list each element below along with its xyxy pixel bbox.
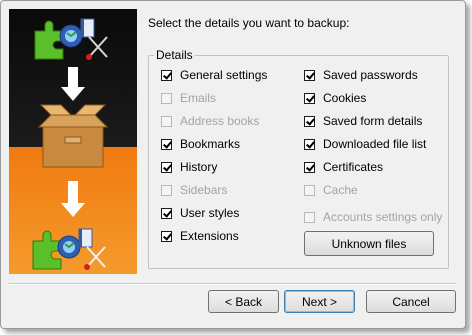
checkbox-saved-form-details[interactable]: Saved form details bbox=[304, 113, 422, 129]
puzzle-icon-top bbox=[34, 20, 64, 60]
checkbox-user-styles[interactable]: User styles bbox=[161, 205, 239, 221]
checkbox-sidebars[interactable]: Sidebars bbox=[161, 182, 227, 198]
checkbox-box[interactable] bbox=[304, 184, 315, 196]
checkbox-label: Bookmarks bbox=[180, 137, 241, 151]
box-icon bbox=[37, 104, 109, 168]
next-button[interactable]: Next > bbox=[284, 290, 355, 313]
checkbox-accounts-settings-only[interactable]: Accounts settings only bbox=[304, 209, 442, 225]
checkbox-box[interactable] bbox=[161, 92, 172, 104]
backup-illustration bbox=[32, 18, 109, 270]
checkbox-label: Extensions bbox=[180, 229, 239, 243]
checkbox-label: Accounts settings only bbox=[323, 210, 443, 224]
details-legend: Details bbox=[154, 48, 195, 62]
cancel-button[interactable]: Cancel bbox=[366, 290, 456, 313]
checkbox-box[interactable] bbox=[161, 161, 172, 173]
checkbox-label: History bbox=[180, 160, 218, 174]
scissors-icon-top bbox=[86, 36, 108, 60]
globe-icon-bottom bbox=[57, 235, 81, 259]
down-arrow-icon-1 bbox=[61, 67, 85, 101]
checkbox-history[interactable]: History bbox=[161, 159, 217, 175]
checkbox-label: Saved form details bbox=[323, 114, 423, 128]
down-arrow-icon-2 bbox=[61, 181, 85, 217]
checkbox-box[interactable] bbox=[304, 138, 315, 150]
book-icon-bottom bbox=[78, 228, 93, 248]
checkbox-box[interactable] bbox=[161, 184, 172, 196]
checkbox-label: Cache bbox=[323, 183, 358, 197]
checkbox-label: Address books bbox=[180, 114, 260, 128]
back-button[interactable]: < Back bbox=[208, 290, 279, 313]
checkbox-label: Saved passwords bbox=[323, 68, 418, 82]
book-icon-top bbox=[80, 18, 95, 38]
checkbox-general-settings[interactable]: General settings bbox=[161, 67, 267, 83]
checkbox-cache[interactable]: Cache bbox=[304, 182, 358, 198]
unknown-files-button[interactable]: Unknown files bbox=[304, 231, 434, 256]
checkbox-cookies[interactable]: Cookies bbox=[304, 90, 366, 106]
checkbox-certificates[interactable]: Certificates bbox=[304, 159, 383, 175]
puzzle-icon-bottom bbox=[32, 230, 62, 270]
globe-icon-top bbox=[59, 24, 83, 48]
wizard-banner bbox=[9, 9, 137, 274]
checkbox-box[interactable] bbox=[161, 69, 172, 81]
checkbox-label: Certificates bbox=[323, 160, 384, 174]
checkbox-box[interactable] bbox=[304, 211, 315, 223]
checkbox-box[interactable] bbox=[304, 161, 315, 173]
checkbox-box[interactable] bbox=[161, 207, 172, 219]
checkbox-label: User styles bbox=[180, 206, 240, 220]
checkbox-label: General settings bbox=[180, 68, 268, 82]
checkbox-box[interactable] bbox=[161, 230, 172, 242]
backup-wizard-window: Select the details you want to backup: D… bbox=[0, 0, 466, 329]
page-heading: Select the details you want to backup: bbox=[148, 16, 350, 30]
checkbox-box[interactable] bbox=[161, 115, 172, 127]
checkbox-box[interactable] bbox=[304, 92, 315, 104]
scissors-icon-bottom bbox=[84, 246, 106, 270]
checkbox-downloaded-file-list[interactable]: Downloaded file list bbox=[304, 136, 426, 152]
checkbox-extensions[interactable]: Extensions bbox=[161, 228, 239, 244]
checkbox-saved-passwords[interactable]: Saved passwords bbox=[304, 67, 418, 83]
checkbox-label: Emails bbox=[180, 91, 217, 105]
checkbox-box[interactable] bbox=[304, 69, 315, 81]
checkbox-address-books[interactable]: Address books bbox=[161, 113, 259, 129]
checkbox-box[interactable] bbox=[161, 138, 172, 150]
checkbox-label: Sidebars bbox=[180, 183, 228, 197]
checkbox-emails[interactable]: Emails bbox=[161, 90, 216, 106]
checkbox-label: Downloaded file list bbox=[323, 137, 427, 151]
checkbox-bookmarks[interactable]: Bookmarks bbox=[161, 136, 240, 152]
checkbox-box[interactable] bbox=[304, 115, 315, 127]
footer-separator bbox=[9, 283, 457, 285]
checkbox-label: Cookies bbox=[323, 91, 367, 105]
